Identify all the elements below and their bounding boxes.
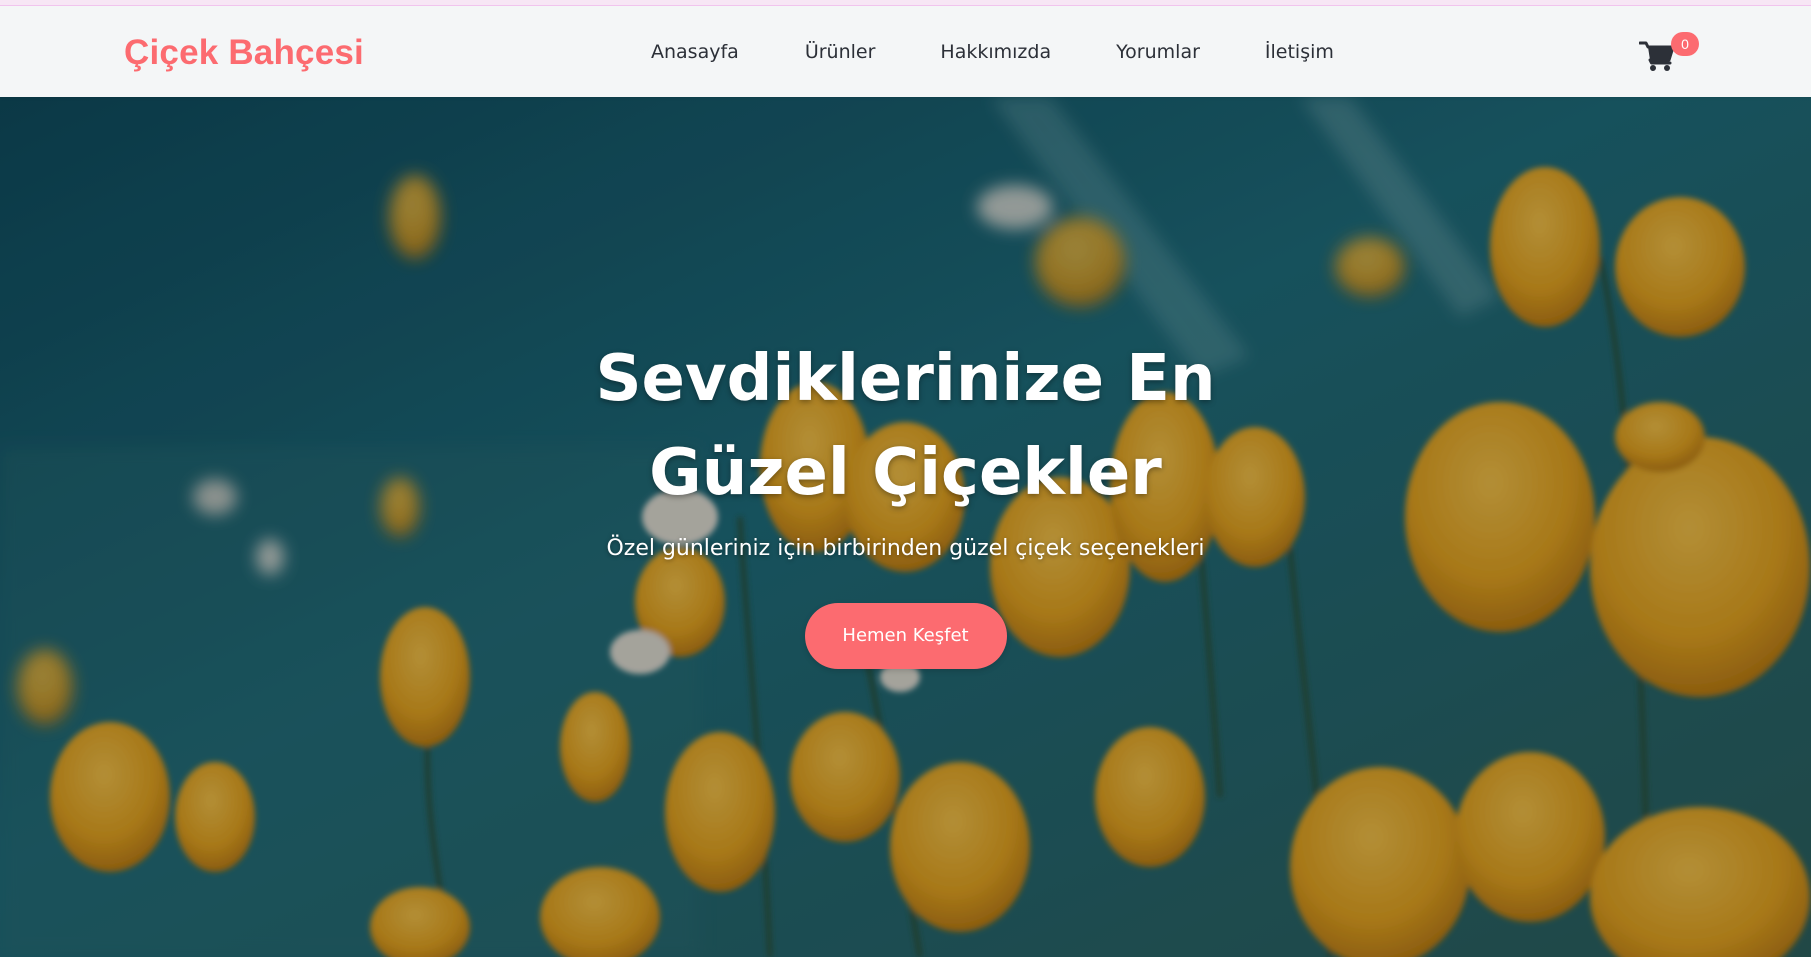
cart-button[interactable]: 0	[1636, 32, 1699, 78]
navbar: Çiçek Bahçesi Anasayfa Ürünler Hakkımızd…	[0, 6, 1811, 97]
hero-title: Sevdiklerinize En Güzel Çiçekler	[595, 342, 1216, 510]
nav-link-reviews[interactable]: Yorumlar	[1116, 41, 1200, 63]
cart-count-badge: 0	[1671, 32, 1699, 56]
hero-content: Sevdiklerinize En Güzel Çiçekler Özel gü…	[0, 332, 1811, 669]
nav-link-about[interactable]: Hakkımızda	[940, 41, 1051, 63]
nav-link-home[interactable]: Anasayfa	[651, 41, 739, 63]
hero-subtitle: Özel günleriniz için birbirinden güzel ç…	[606, 536, 1205, 561]
shopping-cart-icon	[1639, 41, 1675, 71]
nav-link-products[interactable]: Ürünler	[805, 41, 876, 63]
top-border	[0, 0, 1811, 6]
main-nav: Anasayfa Ürünler Hakkımızda Yorumlar İle…	[651, 41, 1334, 63]
nav-link-contact[interactable]: İletişim	[1265, 41, 1334, 63]
hero-section: Sevdiklerinize En Güzel Çiçekler Özel gü…	[0, 97, 1811, 957]
site-logo[interactable]: Çiçek Bahçesi	[124, 33, 364, 73]
explore-button[interactable]: Hemen Keşfet	[804, 603, 1007, 669]
